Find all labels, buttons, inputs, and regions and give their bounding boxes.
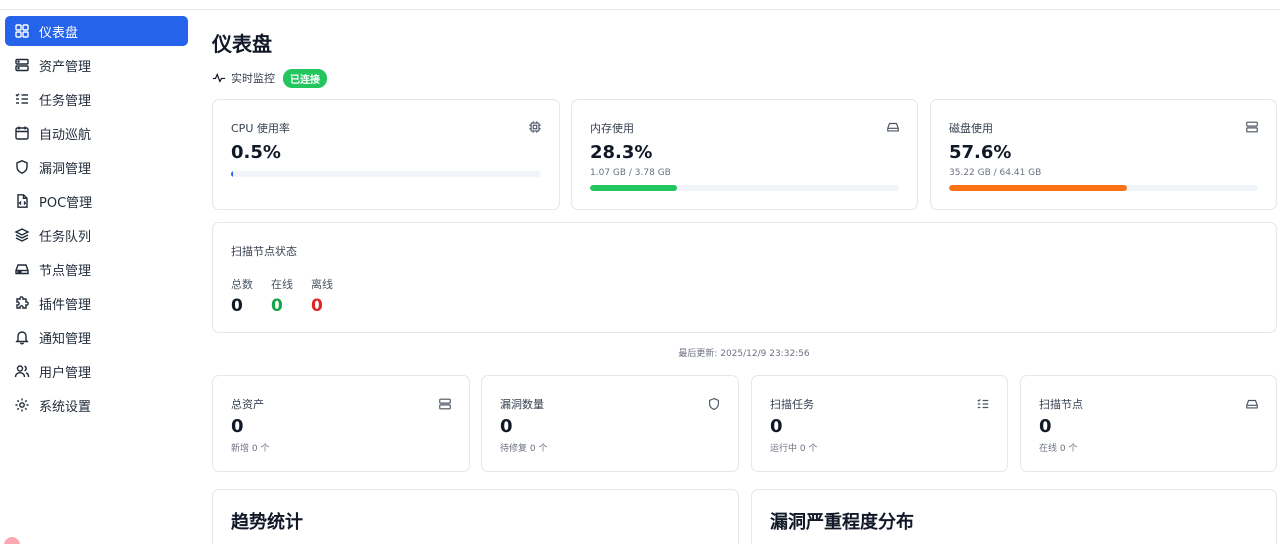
stat-card-scan-tasks[interactable]: 扫描任务 0 运行中 0 个 [751,375,1008,472]
cpu-usage-card: CPU 使用率 0.5% [212,99,560,210]
server-icon [438,396,452,410]
sidebar-item-poc[interactable]: POC管理 [5,186,188,216]
node-status-card: 扫描节点状态 总数 0 在线 0 离线 0 [212,222,1277,333]
node-offline: 离线 0 [311,276,333,316]
stat-value: 0 [231,416,244,437]
node-online-value: 0 [271,296,283,316]
stat-value: 0 [1039,416,1052,437]
sidebar-item-nodes[interactable]: 节点管理 [5,254,188,284]
hard-drive-icon [886,119,900,133]
trend-stats-card: 趋势统计 [212,489,739,544]
sidebar-item-plugins[interactable]: 插件管理 [5,288,188,318]
hard-drive-icon [14,261,30,277]
sidebar-item-vulnerabilities[interactable]: 漏洞管理 [5,152,188,182]
cpu-usage-bar [231,171,541,177]
sidebar-item-task-queue[interactable]: 任务队列 [5,220,188,250]
sidebar-item-label: 仪表盘 [39,25,79,41]
sidebar-item-notifications[interactable]: 通知管理 [5,322,188,352]
bell-icon [14,329,30,345]
card-title: 内存使用 [590,122,634,135]
memory-usage-card: 内存使用 28.3% 1.07 GB / 3.78 GB [571,99,918,210]
stat-value: 0 [500,416,513,437]
realtime-monitor: 实时监控 已连接 [212,68,327,88]
stat-card-scan-nodes[interactable]: 扫描节点 0 在线 0 个 [1020,375,1277,472]
sidebar-item-label: 漏洞管理 [39,161,92,177]
grid-icon [14,23,30,39]
card-title: 扫描节点状态 [231,245,297,258]
stat-card-assets[interactable]: 总资产 0 新增 0 个 [212,375,470,472]
node-total: 总数 0 [231,276,253,316]
stat-sub: 在线 0 个 [1039,444,1078,454]
node-offline-value: 0 [311,296,323,316]
sidebar-item-label: 插件管理 [39,297,92,313]
card-title: 漏洞数量 [500,398,544,411]
server-icon [1245,119,1259,133]
memory-usage-fill [590,185,678,191]
server-icon [14,57,30,73]
sidebar-item-assets[interactable]: 资产管理 [5,50,188,80]
sidebar-item-label: 通知管理 [39,331,92,347]
cpu-usage-fill [231,171,233,177]
page-title: 仪表盘 [212,32,272,56]
memory-usage-detail: 1.07 GB / 3.78 GB [590,168,671,178]
shield-icon [707,396,721,411]
disk-usage-value: 57.6% [949,142,1012,163]
monitor-label: 实时监控 [231,72,275,85]
activity-icon [212,72,226,83]
sidebar-item-label: 节点管理 [39,263,92,279]
list-check-icon [976,396,990,410]
node-online-label: 在线 [271,278,293,291]
sidebar-item-label: 系统设置 [39,399,92,415]
memory-usage-bar [590,185,899,191]
node-total-label: 总数 [231,278,253,291]
card-title: 总资产 [231,398,264,411]
cpu-usage-value: 0.5% [231,142,281,163]
card-title: 扫描节点 [1039,398,1083,411]
last-updated: 最后更新: 2025/12/9 23:32:56 [678,349,810,359]
stat-sub: 新增 0 个 [231,444,270,454]
sidebar-item-label: 用户管理 [39,365,92,381]
calendar-icon [14,125,30,141]
sidebar-item-label: 资产管理 [39,59,92,75]
disk-usage-fill [949,185,1127,191]
sidebar-item-tasks[interactable]: 任务管理 [5,84,188,114]
disk-usage-bar [949,185,1258,191]
node-online: 在线 0 [271,276,293,316]
app-window: 仪表盘 资产管理 任务管理 自动巡航 漏洞管理 POC管理 任务队列 节点管理 … [0,0,1280,544]
section-title: 漏洞严重程度分布 [770,512,914,533]
sidebar-item-auto-cruise[interactable]: 自动巡航 [5,118,188,148]
disk-usage-card: 磁盘使用 57.6% 35.22 GB / 64.41 GB [930,99,1277,210]
stat-sub: 运行中 0 个 [770,444,818,454]
sidebar-item-label: 任务队列 [39,229,92,245]
puzzle-icon [14,295,30,311]
layers-icon [14,227,30,243]
stat-value: 0 [770,416,783,437]
list-check-icon [14,91,30,107]
sidebar-item-settings[interactable]: 系统设置 [5,390,188,420]
card-title: CPU 使用率 [231,122,290,135]
sidebar-item-label: 自动巡航 [39,127,92,143]
hard-drive-icon [1245,396,1259,410]
sidebar-item-label: POC管理 [39,195,93,211]
node-offline-label: 离线 [311,278,333,291]
card-title: 磁盘使用 [949,122,993,135]
gear-icon [14,397,30,413]
memory-usage-value: 28.3% [590,142,653,163]
connection-status-badge: 已连接 [283,68,327,88]
cpu-icon [528,119,542,133]
sidebar-item-label: 任务管理 [39,93,92,109]
file-code-icon [14,193,30,209]
stat-sub: 待修复 0 个 [500,444,548,454]
stat-card-vulnerabilities[interactable]: 漏洞数量 0 待修复 0 个 [481,375,739,472]
shield-icon [14,159,30,175]
sidebar-item-dashboard[interactable]: 仪表盘 [5,16,188,46]
card-title: 扫描任务 [770,398,814,411]
severity-distribution-card: 漏洞严重程度分布 [751,489,1277,544]
sidebar-item-users[interactable]: 用户管理 [5,356,188,386]
node-total-value: 0 [231,296,243,316]
users-icon [14,363,30,379]
disk-usage-detail: 35.22 GB / 64.41 GB [949,168,1042,178]
sidebar: 仪表盘 资产管理 任务管理 自动巡航 漏洞管理 POC管理 任务队列 节点管理 … [0,10,195,544]
section-title: 趋势统计 [231,512,303,533]
